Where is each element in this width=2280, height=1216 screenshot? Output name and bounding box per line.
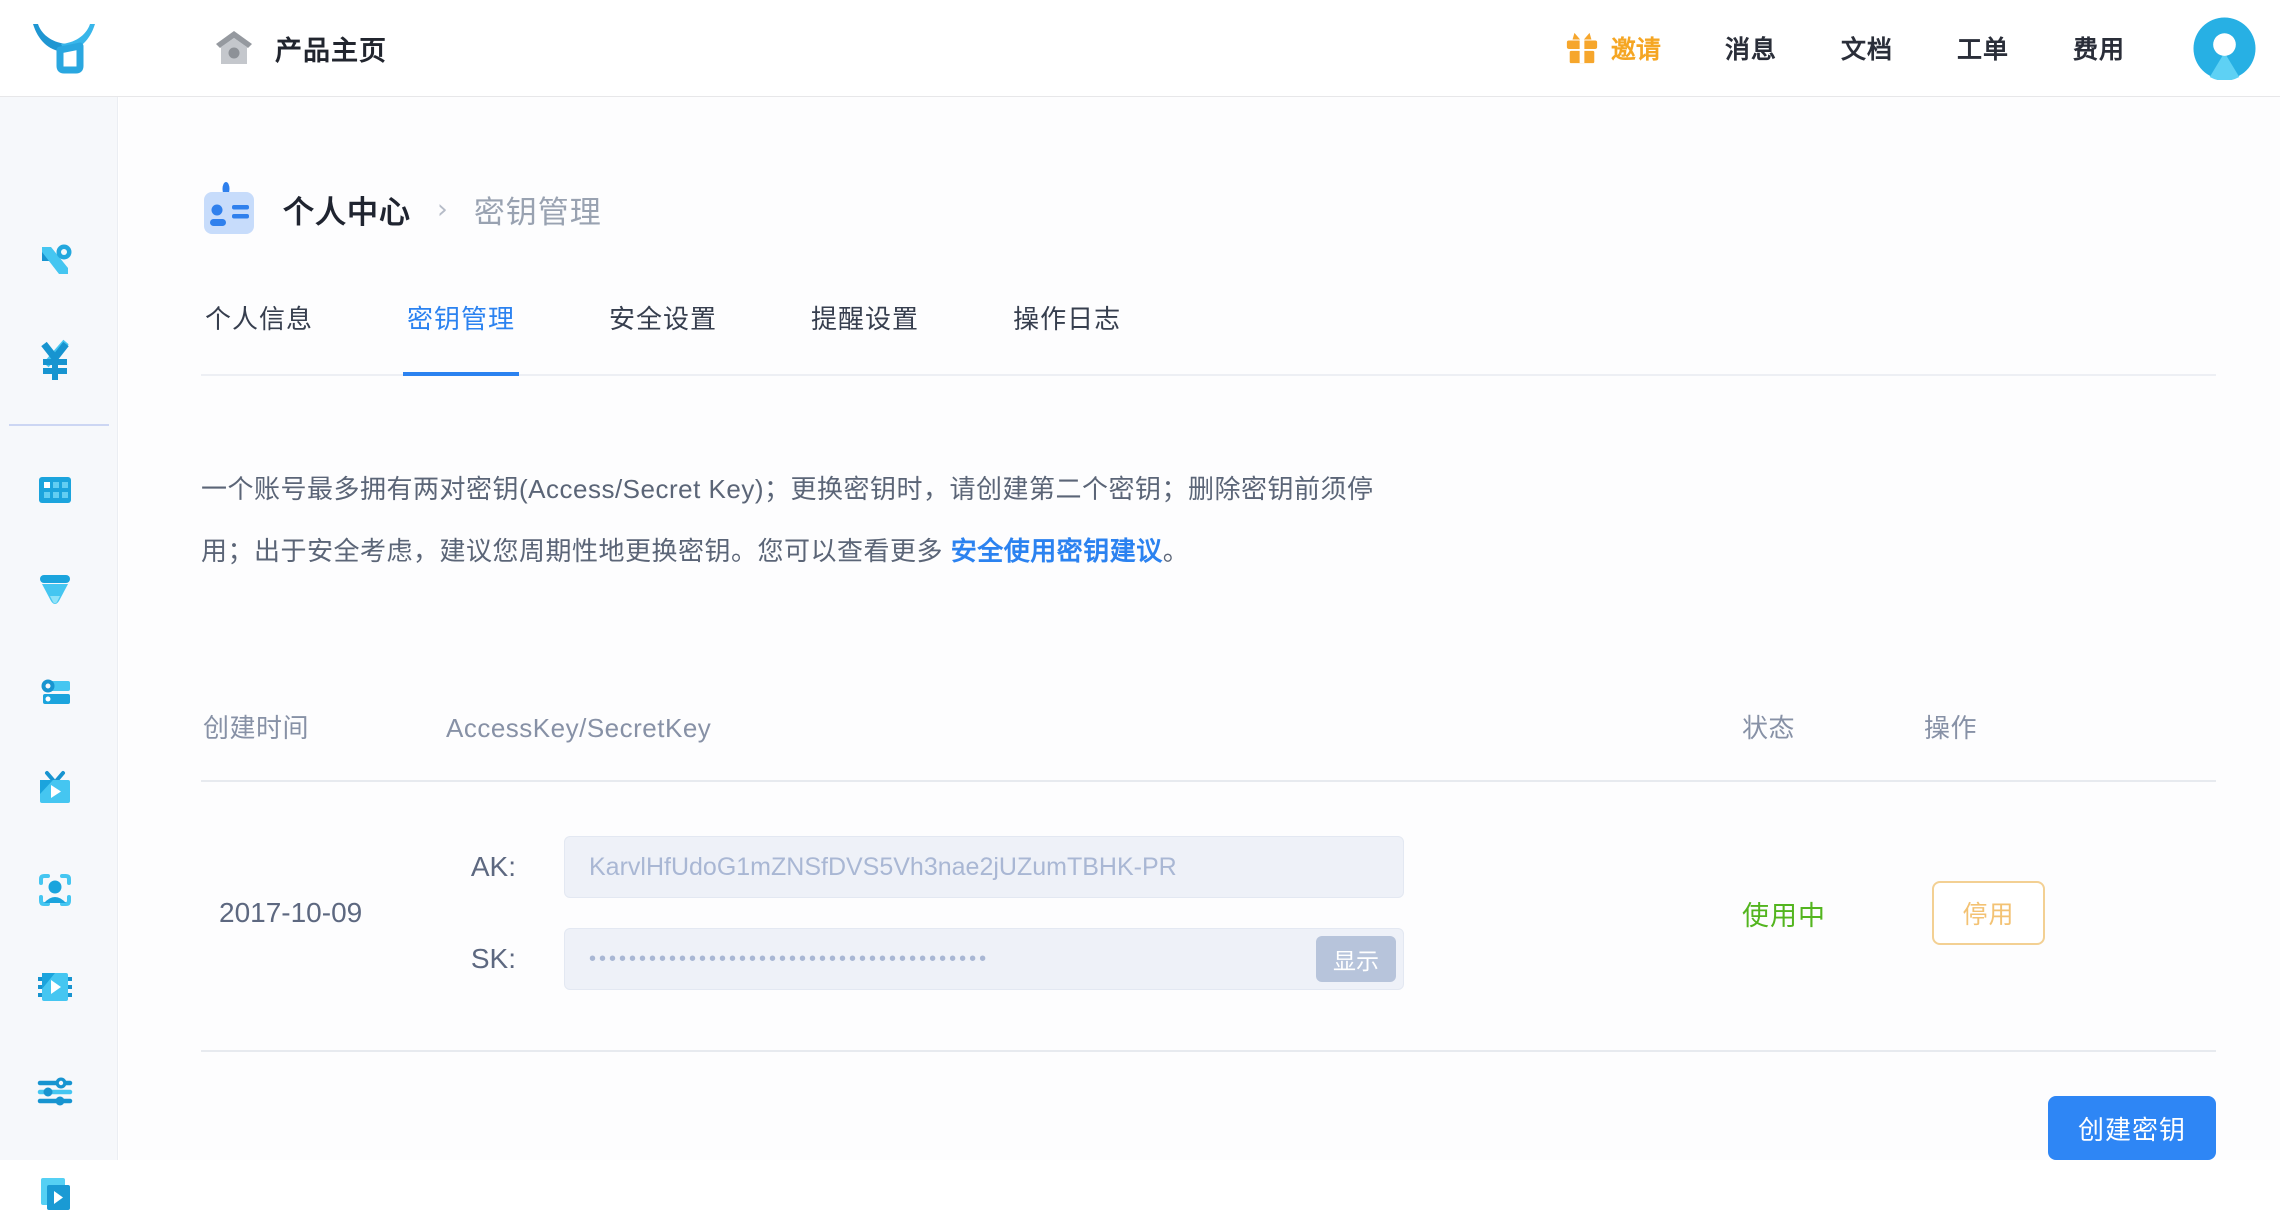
id-card-icon: [204, 182, 254, 234]
tab-operation-log[interactable]: 操作日志: [1009, 303, 1125, 376]
left-sidebar: [0, 97, 118, 1210]
nav-tickets[interactable]: 工单: [1957, 30, 2009, 66]
ak-label: AK:: [470, 851, 516, 882]
notice-period: 。: [1162, 536, 1190, 566]
tab-reminder-settings[interactable]: 提醒设置: [807, 303, 923, 376]
tab-key-management[interactable]: 密钥管理: [403, 303, 520, 376]
nav-invite[interactable]: 邀请: [1565, 30, 1661, 66]
nav-invite-label: 邀请: [1610, 36, 1661, 64]
brand-bull-logo-icon[interactable]: [30, 22, 98, 74]
chevron-right-icon: ›: [437, 193, 448, 225]
live-tv-icon[interactable]: [33, 768, 77, 812]
tuning-sliders-icon[interactable]: [33, 1070, 77, 1114]
keys-table-header: 创建时间 AccessKey/SecretKey 状态 操作: [201, 712, 2216, 782]
gift-icon: [1566, 32, 1598, 64]
list-config-icon[interactable]: [33, 670, 77, 714]
product-home-link[interactable]: 产品主页: [215, 29, 387, 68]
nav-docs[interactable]: 文档: [1841, 30, 1893, 66]
header-nav: 邀请 消息 文档 工单 费用: [1565, 16, 2256, 80]
created-date: 2017-10-09: [219, 897, 363, 928]
breadcrumb-section[interactable]: 个人中心: [283, 187, 411, 232]
tab-bar: 个人信息 密钥管理 安全设置 提醒设置 操作日志: [201, 303, 2216, 376]
footer-actions: 创建密钥: [201, 1096, 2216, 1160]
billing-yen-icon[interactable]: [33, 338, 77, 382]
show-secret-button[interactable]: 显示: [1316, 936, 1396, 982]
key-policy-notice: 一个账号最多拥有两对密钥(Access/Secret Key)；更换密钥时，请创…: [201, 458, 1491, 582]
breadcrumb-current: 密钥管理: [473, 194, 602, 230]
create-key-button[interactable]: 创建密钥: [2047, 1096, 2216, 1160]
nav-logo-n-icon[interactable]: [33, 238, 77, 282]
apps-grid-icon[interactable]: [33, 468, 77, 512]
video-player-icon[interactable]: [33, 1172, 77, 1216]
media-codec-icon[interactable]: [33, 965, 77, 1009]
status-badge: 使用中: [1742, 900, 1826, 931]
breadcrumb: 个人中心 › 密钥管理: [201, 181, 2216, 237]
sidebar-divider: [9, 424, 109, 426]
header-created-time: 创建时间: [203, 713, 310, 743]
main-content: 个人中心 › 密钥管理 个人信息 密钥管理 安全设置 提醒设置 操作日志 一个账…: [119, 97, 2280, 1160]
table-row: 2017-10-09 AK: SK: 显示 使用中: [201, 782, 2216, 1052]
sk-label: SK:: [470, 943, 516, 974]
tab-personal-info[interactable]: 个人信息: [201, 303, 317, 376]
nav-messages[interactable]: 消息: [1725, 30, 1777, 66]
home-icon: [216, 31, 252, 64]
notice-line2: 用；出于安全考虑，建议您周期性地更换密钥。您可以查看更多: [201, 536, 951, 566]
header-status: 状态: [1742, 713, 1796, 743]
nav-billing[interactable]: 费用: [2073, 30, 2125, 66]
data-funnel-icon[interactable]: [33, 568, 77, 612]
header-accesskey-secretkey: AccessKey/SecretKey: [446, 713, 712, 743]
top-header: 产品主页 邀请 消息 文档 工单 费用: [0, 0, 2280, 97]
header-action: 操作: [1924, 713, 1978, 743]
face-recognition-icon[interactable]: [33, 868, 77, 912]
notice-line1: 一个账号最多拥有两对密钥(Access/Secret Key)；更换密钥时，请创…: [201, 474, 1374, 504]
secret-key-input[interactable]: [564, 928, 1404, 990]
tab-security-settings[interactable]: 安全设置: [605, 303, 721, 376]
user-avatar[interactable]: [2193, 16, 2256, 80]
security-advice-link[interactable]: 安全使用密钥建议: [951, 536, 1163, 566]
keys-table: 创建时间 AccessKey/SecretKey 状态 操作 2017-10-0…: [201, 712, 2216, 1052]
page-title: 产品主页: [275, 35, 387, 66]
disable-key-button[interactable]: 停用: [1932, 881, 2045, 945]
access-key-input[interactable]: [564, 836, 1404, 898]
